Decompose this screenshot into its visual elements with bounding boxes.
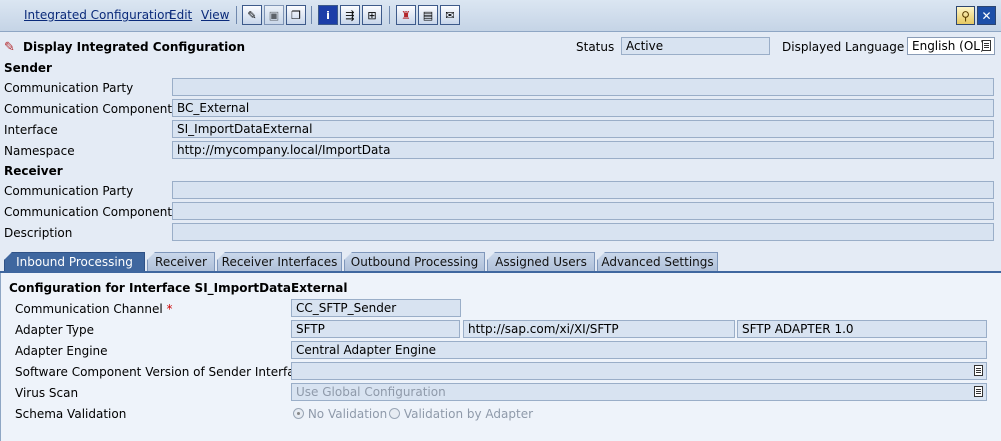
where-used-icon[interactable]: ⇶ [340, 5, 360, 25]
menu-integrated-configuration[interactable]: Integrated Configuration [24, 8, 172, 22]
tab-inbound-processing[interactable]: Inbound Processing [4, 252, 145, 272]
displayed-language-select[interactable]: English (OL) [907, 37, 995, 55]
radio-validation-by-adapter[interactable]: Validation by Adapter [389, 407, 533, 421]
receiver-component-label: Communication Component [4, 205, 173, 219]
radio-validation-by-adapter-icon[interactable] [389, 408, 400, 419]
display-icon: ✎ [4, 40, 15, 55]
inbound-heading: Configuration for Interface SI_ImportDat… [9, 281, 348, 295]
sender-component-label: Communication Component [4, 102, 173, 116]
sender-heading: Sender [4, 61, 52, 75]
receiver-party-field[interactable] [172, 181, 994, 199]
inbound-processing-panel: Configuration for Interface SI_ImportDat… [0, 273, 1001, 441]
virus-scan-select[interactable]: Use Global Configuration [291, 383, 987, 401]
scroll-icon[interactable]: ✉ [440, 5, 460, 25]
swcv-field[interactable] [291, 362, 987, 380]
virus-scan-label: Virus Scan [15, 386, 79, 400]
table-icon[interactable]: ▤ [418, 5, 438, 25]
displayed-language-value: English (OL) [912, 39, 985, 53]
displayed-language-label: Displayed Language [782, 40, 905, 54]
tab-assigned-users[interactable]: Assigned Users [487, 252, 595, 272]
adapter-engine-field: Central Adapter Engine [291, 341, 987, 359]
adapter-engine-label: Adapter Engine [15, 344, 108, 358]
receiver-heading: Receiver [4, 164, 63, 178]
swcv-label: Software Component Version of Sender Int… [15, 365, 309, 379]
adapter-type-label: Adapter Type [15, 323, 94, 337]
adapter-namespace-field: http://sap.com/xi/XI/SFTP [463, 320, 735, 338]
value-help-icon[interactable] [974, 365, 983, 376]
adapter-version-field: SFTP ADAPTER 1.0 [737, 320, 987, 338]
toolbar-separator [389, 6, 390, 24]
dropdown-icon[interactable] [982, 40, 991, 51]
channel-label: Communication Channel * [15, 302, 173, 316]
pin-icon[interactable]: ⚲ [956, 6, 975, 25]
menu-view[interactable]: View [201, 8, 229, 22]
sender-party-label: Communication Party [4, 81, 134, 95]
sender-interface-field[interactable]: SI_ImportDataExternal [172, 120, 994, 138]
radio-no-validation[interactable]: No Validation [293, 407, 387, 421]
adapter-type-field: SFTP [291, 320, 460, 338]
dropdown-icon[interactable] [974, 386, 983, 397]
sender-namespace-label: Namespace [4, 144, 75, 158]
sender-party-field[interactable] [172, 78, 994, 96]
toolbar-separator [236, 6, 237, 24]
receiver-description-label: Description [4, 226, 73, 240]
receiver-component-field[interactable] [172, 202, 994, 220]
tab-receiver[interactable]: Receiver [147, 252, 215, 272]
toolbar-separator [311, 6, 312, 24]
sender-interface-label: Interface [4, 123, 58, 137]
menu-edit[interactable]: Edit [169, 8, 192, 22]
object-properties-icon[interactable]: ♜ [396, 5, 416, 25]
hierarchy-icon[interactable]: ⊞ [362, 5, 382, 25]
tab-advanced-settings[interactable]: Advanced Settings [597, 252, 718, 272]
radio-no-validation-icon[interactable] [293, 408, 304, 419]
sender-component-field[interactable]: BC_External [172, 99, 994, 117]
sender-namespace-field[interactable]: http://mycompany.local/ImportData [172, 141, 994, 159]
communication-channel-field[interactable]: CC_SFTP_Sender [291, 299, 461, 317]
copy-icon[interactable]: ❐ [286, 5, 306, 25]
receiver-description-field[interactable] [172, 223, 994, 241]
receiver-party-label: Communication Party [4, 184, 134, 198]
page-title: Display Integrated Configuration [23, 40, 246, 54]
switch-edit-icon[interactable]: ✎ [242, 5, 262, 25]
close-icon[interactable]: ✕ [977, 6, 996, 25]
tab-receiver-interfaces[interactable]: Receiver Interfaces [217, 252, 342, 272]
virus-scan-value: Use Global Configuration [296, 385, 446, 399]
tabstrip: Inbound Processing Receiver Receiver Int… [0, 252, 1001, 273]
tab-outbound-processing[interactable]: Outbound Processing [344, 252, 485, 272]
save-icon[interactable]: ▣ [264, 5, 284, 25]
status-label: Status [576, 40, 615, 54]
schema-validation-label: Schema Validation [15, 407, 127, 421]
toolbar: Integrated Configuration Edit View ✎ ▣ ❐… [0, 0, 1001, 32]
status-field: Active [621, 37, 770, 55]
info-icon[interactable]: i [318, 5, 338, 25]
